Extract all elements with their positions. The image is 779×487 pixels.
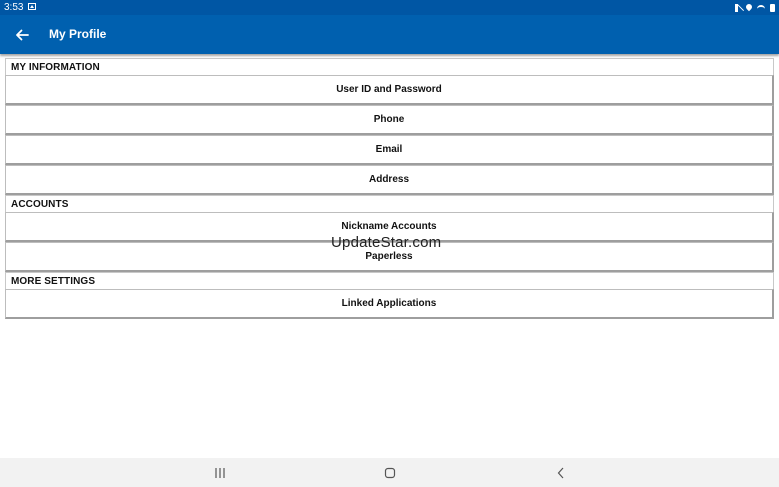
page-title: My Profile: [49, 27, 107, 41]
list-item-nickname-accounts[interactable]: Nickname Accounts: [5, 212, 774, 242]
list-item-linked-applications[interactable]: Linked Applications: [5, 289, 774, 319]
list-item-user-id-password[interactable]: User ID and Password: [5, 75, 774, 105]
list-item-address[interactable]: Address: [5, 165, 774, 195]
section-header-more-settings: MORE SETTINGS: [5, 272, 774, 289]
section-header-my-information: MY INFORMATION: [5, 58, 774, 75]
home-icon: [384, 467, 396, 479]
screen: 3:53 My Profile MY INFORMATION User ID a…: [0, 0, 779, 487]
mute-icon: [735, 3, 741, 12]
chevron-left-icon: [557, 467, 564, 479]
section-header-accounts: ACCOUNTS: [5, 195, 774, 212]
wifi-icon: [757, 4, 765, 11]
navigation-bar: [0, 458, 779, 487]
recents-button[interactable]: [212, 465, 228, 481]
gallery-notification-icon: [28, 3, 36, 10]
list-item-phone[interactable]: Phone: [5, 105, 774, 135]
list-item-paperless[interactable]: Paperless: [5, 242, 774, 272]
profile-settings-list: MY INFORMATION User ID and Password Phon…: [5, 58, 774, 319]
app-bar: My Profile: [0, 15, 779, 54]
system-back-button[interactable]: [553, 465, 569, 481]
list-item-email[interactable]: Email: [5, 135, 774, 165]
home-button[interactable]: [382, 465, 398, 481]
location-icon: [744, 2, 754, 11]
arrow-left-icon: [16, 29, 29, 41]
status-time: 3:53: [4, 2, 24, 13]
recents-icon: [215, 468, 225, 478]
status-icons: [735, 0, 775, 15]
battery-icon: [770, 3, 775, 12]
back-button[interactable]: [12, 25, 32, 45]
status-bar: 3:53: [0, 0, 779, 15]
